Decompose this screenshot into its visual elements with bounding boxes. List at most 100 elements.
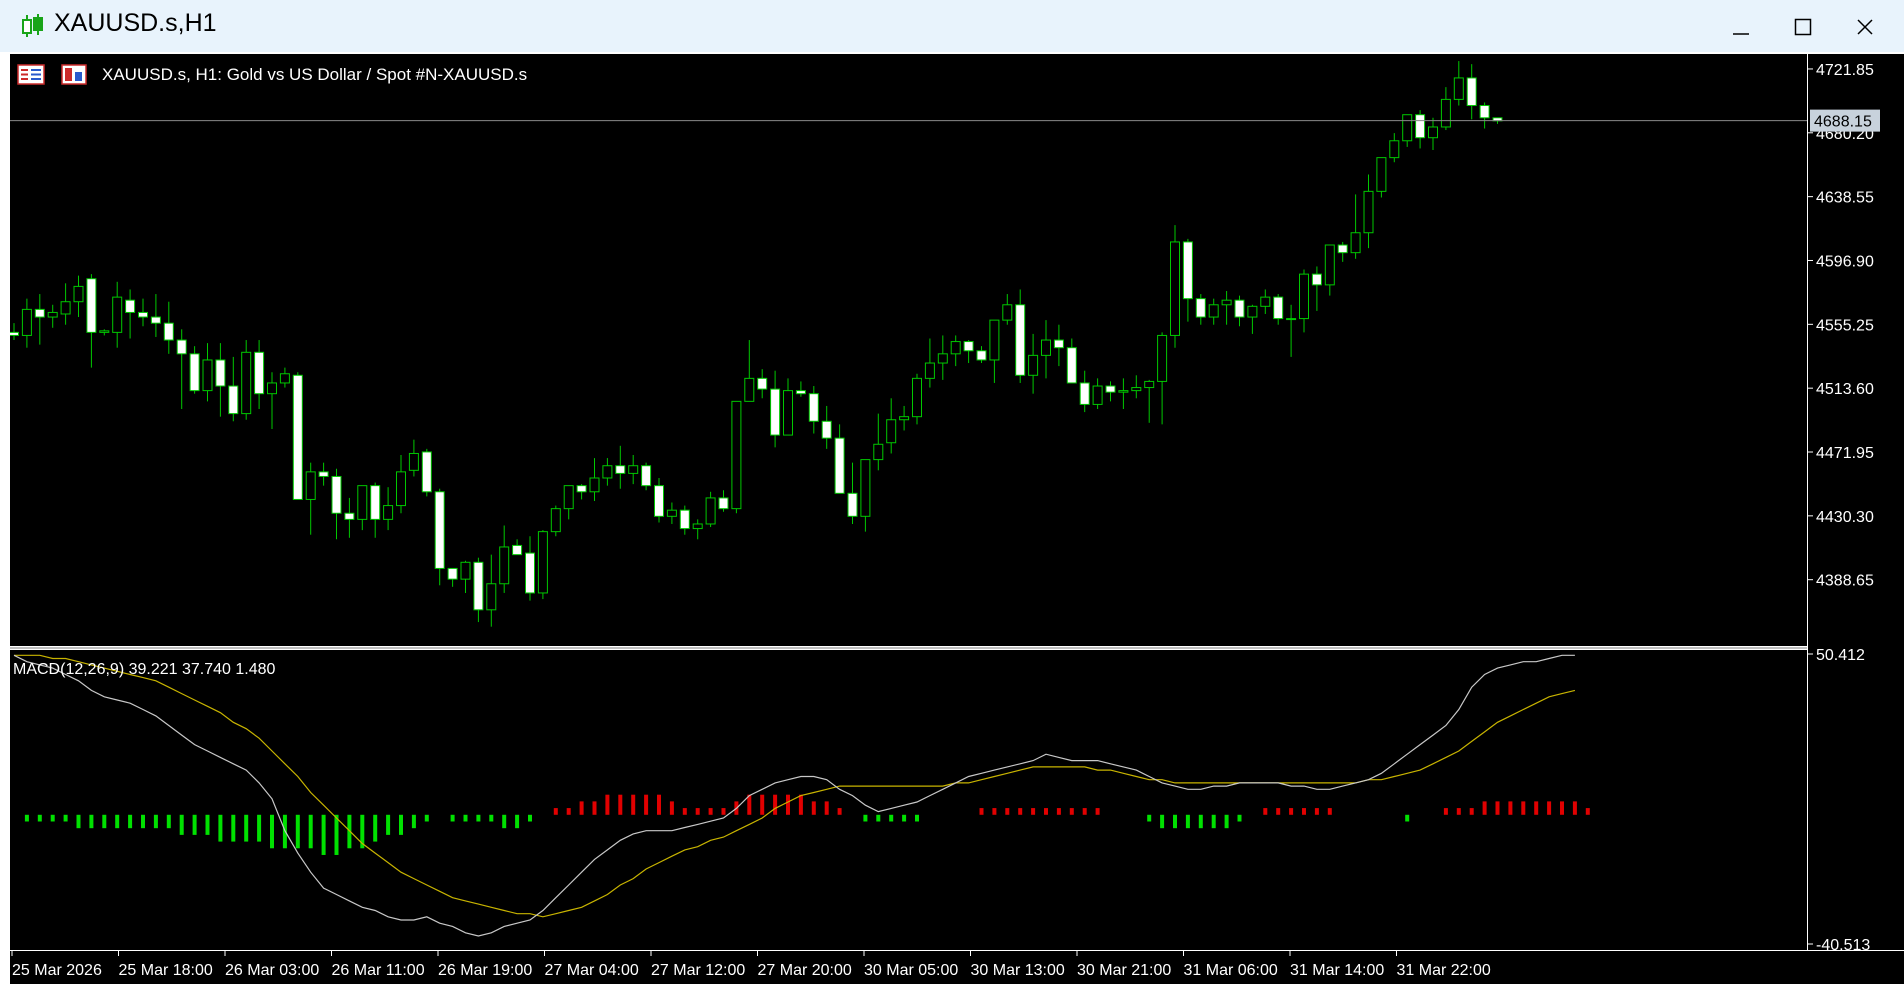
- time-tick-label: 30 Mar 13:00: [971, 962, 1065, 979]
- histogram-bar-positive: [1069, 808, 1074, 815]
- histogram-bar-positive: [618, 794, 623, 815]
- candle-body-bull: [899, 416, 910, 421]
- candle-body-bear: [189, 353, 200, 392]
- candle-body-bear: [1479, 105, 1490, 119]
- candle-body-bull: [1428, 126, 1438, 139]
- histogram-bar-negative: [399, 814, 403, 835]
- histogram-bar-negative: [515, 814, 520, 829]
- candle-body-bear: [1182, 241, 1193, 300]
- histogram-bar-positive: [1508, 801, 1513, 815]
- candle-body-bull: [1402, 114, 1413, 142]
- candle-body-bear: [447, 567, 458, 580]
- histogram-bar-positive: [1495, 801, 1500, 815]
- candle-body-bull: [628, 465, 639, 474]
- candle: [641, 462, 652, 491]
- candle-body-bull: [305, 471, 316, 500]
- macd-pane[interactable]: [10, 650, 1807, 950]
- list-icon[interactable]: [17, 64, 45, 85]
- price-tick-label: 4513.60: [1816, 381, 1874, 398]
- candle-body-bear: [718, 497, 729, 510]
- candle-body-bear: [576, 485, 587, 493]
- candle: [292, 372, 303, 500]
- candle: [1376, 157, 1387, 198]
- histogram-bar-negative: [528, 814, 532, 822]
- histogram-bar-negative: [1160, 814, 1165, 829]
- histogram-bar-negative: [876, 814, 881, 822]
- histogram-bar-positive: [644, 794, 649, 815]
- candle-body-bull: [744, 377, 755, 402]
- histogram-bar-negative: [1147, 814, 1152, 822]
- candle-body-bull: [1131, 387, 1142, 392]
- maximize-button[interactable]: [1772, 6, 1834, 48]
- histogram-bar-positive: [992, 808, 997, 815]
- price-pane[interactable]: [10, 54, 1807, 646]
- candle-body-bear: [512, 544, 523, 556]
- histogram-bar-negative: [321, 814, 326, 855]
- histogram-bar-negative: [244, 814, 249, 842]
- histogram-bar-negative: [1185, 814, 1190, 829]
- histogram-bar-negative: [231, 814, 236, 842]
- histogram-bar-negative: [1224, 814, 1229, 829]
- macd-indicator-label: MACD(12,26,9) 39.221 37.740 1.480: [13, 661, 276, 678]
- candle-body-bear: [331, 475, 342, 514]
- candle-body-bull: [267, 382, 277, 395]
- candle-body-bull: [873, 443, 884, 461]
- histogram-bar-negative: [24, 814, 29, 822]
- candle: [241, 340, 252, 420]
- histogram-bar-positive: [1547, 801, 1552, 815]
- candle-body-bear: [318, 471, 329, 477]
- time-tick-label: 27 Mar 04:00: [545, 962, 639, 979]
- chart-window[interactable]: 4721.85 4680.20 4638.55 4596.90 4555.25 4513.…: [9, 54, 1904, 984]
- trade-panel-icon[interactable]: [61, 64, 87, 85]
- histogram-bar-negative: [863, 814, 868, 822]
- price-axis[interactable]: [1808, 54, 1904, 950]
- current-price-label: 4688.15: [1814, 114, 1872, 131]
- close-icon: [1857, 19, 1873, 35]
- candle-body-bull: [486, 583, 497, 611]
- histogram-bar-positive: [1289, 808, 1294, 815]
- candle-body-bull: [1144, 380, 1155, 389]
- time-tick-label: 27 Mar 12:00: [651, 962, 745, 979]
- histogram-bar-negative: [308, 814, 313, 849]
- histogram-bar-negative: [489, 814, 494, 822]
- histogram-bar-negative: [1405, 814, 1410, 822]
- histogram-bar-positive: [1482, 801, 1487, 815]
- minimize-button[interactable]: [1710, 6, 1772, 48]
- candle-body-bear: [138, 311, 148, 318]
- candle-body-bear: [1053, 339, 1064, 349]
- candle-body-bull: [731, 400, 742, 510]
- candle-body-bull: [1260, 296, 1271, 307]
- histogram-bar-positive: [566, 808, 571, 815]
- candle-body-bull: [241, 351, 252, 415]
- candle-body-bull: [357, 485, 368, 520]
- close-button[interactable]: [1834, 6, 1896, 48]
- histogram-bar-positive: [669, 801, 674, 815]
- candle-body-bear: [1105, 385, 1116, 393]
- candle-body-bull: [99, 330, 110, 333]
- histogram-bar-positive: [1469, 808, 1474, 815]
- candle-body-bull: [1208, 304, 1219, 318]
- candle-body-bull: [924, 362, 935, 379]
- candle-body-bull: [383, 505, 394, 520]
- histogram-bar-negative: [373, 814, 378, 842]
- histogram-bar-negative: [334, 814, 339, 855]
- candle-body-bear: [344, 512, 355, 520]
- candle-body-bear: [86, 278, 97, 333]
- candlestick-chart-icon: [18, 12, 46, 40]
- histogram-bar-positive: [979, 808, 984, 815]
- histogram-bar-negative: [179, 814, 184, 835]
- candle: [1170, 225, 1180, 348]
- candle-body-bear: [176, 339, 187, 355]
- time-tick-label: 26 Mar 19:00: [438, 962, 532, 979]
- histogram-bar-negative: [463, 814, 468, 822]
- price-tick-label: 4430.30: [1816, 509, 1874, 526]
- candle-body-bull: [1440, 98, 1451, 128]
- histogram-bar-positive: [773, 794, 778, 815]
- candle-body-bear: [795, 390, 806, 395]
- candle-body-bear: [770, 388, 781, 436]
- candle-body-bull: [1157, 334, 1168, 382]
- chart-canvas[interactable]: 4721.854680.204638.554596.904555.254513.…: [9, 54, 1904, 984]
- candle-body-bull: [692, 523, 703, 530]
- histogram-bar-positive: [1302, 808, 1306, 815]
- candle-body-bull: [60, 301, 71, 315]
